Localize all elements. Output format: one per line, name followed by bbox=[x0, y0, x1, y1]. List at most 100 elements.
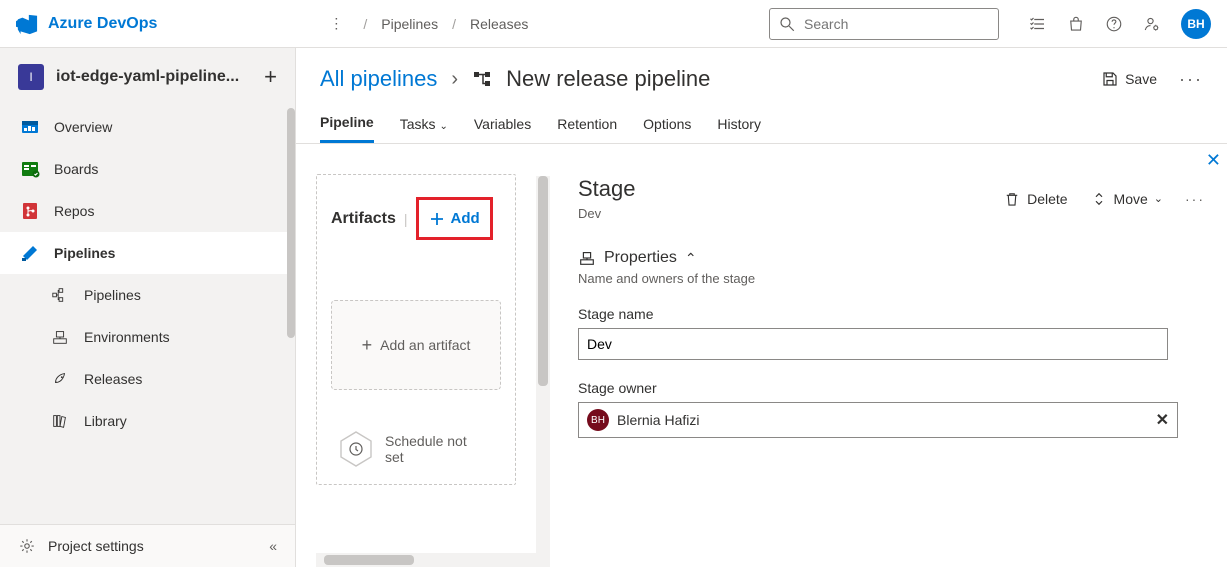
breadcrumb-releases[interactable]: Releases bbox=[470, 16, 528, 32]
close-panel-icon[interactable]: ✕ bbox=[1206, 150, 1221, 171]
pipelines-icon bbox=[20, 243, 40, 263]
delete-label: Delete bbox=[1027, 191, 1067, 207]
search-input[interactable] bbox=[804, 16, 990, 32]
project-badge: I bbox=[18, 64, 44, 90]
move-icon bbox=[1090, 190, 1108, 208]
owner-name: Blernia Hafizi bbox=[617, 412, 1148, 428]
nav-label: Pipelines bbox=[84, 287, 141, 303]
chevron-right-icon: › bbox=[451, 68, 458, 91]
tab-tasks[interactable]: Tasks⌄ bbox=[400, 104, 448, 142]
plus-icon: + bbox=[362, 335, 373, 356]
project-header[interactable]: I iot-edge-yaml-pipeline... + bbox=[0, 48, 295, 106]
properties-header[interactable]: Properties ⌃ bbox=[578, 249, 1205, 267]
panel-more-icon[interactable]: ··· bbox=[1185, 191, 1205, 207]
nav-label: Releases bbox=[84, 371, 142, 387]
clear-owner-icon[interactable]: ✕ bbox=[1156, 410, 1169, 430]
nav-pipelines-sub[interactable]: Pipelines bbox=[0, 274, 295, 316]
pipeline-title: New release pipeline bbox=[506, 66, 710, 92]
user-settings-icon[interactable] bbox=[1143, 15, 1161, 33]
nav-releases[interactable]: Releases bbox=[0, 358, 295, 400]
schedule-hex bbox=[339, 430, 373, 468]
top-icon-group: BH bbox=[1029, 9, 1211, 39]
nav-repos[interactable]: Repos bbox=[0, 190, 295, 232]
delete-button[interactable]: Delete bbox=[1003, 190, 1067, 208]
tab-row: Pipeline Tasks⌄ Variables Retention Opti… bbox=[296, 102, 1227, 144]
canvas-column: Artifacts | Add + Add an artifact bbox=[296, 144, 550, 567]
nav-pipelines[interactable]: Pipelines bbox=[0, 232, 295, 274]
shopping-bag-icon[interactable] bbox=[1067, 15, 1085, 33]
main-area: All pipelines › New release pipeline Sav… bbox=[296, 48, 1227, 567]
header-actions: Save ··· bbox=[1101, 69, 1203, 90]
search-icon bbox=[778, 15, 796, 33]
stage-name-input[interactable] bbox=[578, 328, 1168, 360]
repos-icon bbox=[20, 201, 40, 221]
add-artifact-tile-label: Add an artifact bbox=[380, 336, 470, 354]
overview-icon bbox=[20, 117, 40, 137]
sidebar-footer[interactable]: Project settings « bbox=[0, 524, 295, 567]
release-pipeline-icon bbox=[472, 69, 492, 89]
canvas-h-scrollbar[interactable] bbox=[316, 553, 550, 567]
panel-subtitle: Dev bbox=[578, 206, 636, 221]
artifacts-box: Artifacts | Add + Add an artifact bbox=[316, 174, 516, 485]
project-name: iot-edge-yaml-pipeline... bbox=[56, 68, 252, 86]
nav-label: Pipelines bbox=[54, 245, 115, 261]
tab-pipeline[interactable]: Pipeline bbox=[320, 102, 374, 143]
stage-owner-label: Stage owner bbox=[578, 380, 1205, 396]
move-label: Move bbox=[1114, 191, 1148, 207]
canvas-scrollbar[interactable] bbox=[536, 176, 550, 567]
nav-environments[interactable]: Environments bbox=[0, 316, 295, 358]
environments-icon bbox=[51, 328, 69, 346]
nav-overview[interactable]: Overview bbox=[0, 106, 295, 148]
pipelines-sub-icon bbox=[51, 286, 69, 304]
nav-library[interactable]: Library bbox=[0, 400, 295, 442]
stage-owner-input[interactable]: BH Blernia Hafizi ✕ bbox=[578, 402, 1178, 438]
schedule-label: Schedule not set bbox=[385, 433, 475, 465]
releases-icon bbox=[51, 370, 69, 388]
tab-history[interactable]: History bbox=[717, 104, 761, 142]
breadcrumb-sep: / bbox=[363, 16, 367, 32]
top-bar: Azure DevOps ⋮ / Pipelines / Releases BH bbox=[0, 0, 1227, 48]
all-pipelines-link[interactable]: All pipelines bbox=[320, 66, 437, 92]
nav-label: Environments bbox=[84, 329, 170, 345]
nav-label: Library bbox=[84, 413, 127, 429]
scrollbar[interactable] bbox=[287, 108, 295, 338]
properties-label: Properties bbox=[604, 249, 677, 267]
tab-variables[interactable]: Variables bbox=[474, 104, 531, 142]
brand-area[interactable]: Azure DevOps bbox=[16, 13, 157, 35]
plus-icon bbox=[429, 211, 445, 227]
user-avatar[interactable]: BH bbox=[1181, 9, 1211, 39]
header-more-icon[interactable]: ··· bbox=[1179, 69, 1203, 90]
trash-icon bbox=[1003, 190, 1021, 208]
nav-boards[interactable]: Boards bbox=[0, 148, 295, 190]
add-artifact-tile[interactable]: + Add an artifact bbox=[331, 300, 501, 390]
add-label: Add bbox=[451, 210, 480, 227]
sidebar: I iot-edge-yaml-pipeline... + Overview B… bbox=[0, 48, 296, 567]
breadcrumb-pipelines[interactable]: Pipelines bbox=[381, 16, 438, 32]
list-icon[interactable] bbox=[1029, 15, 1047, 33]
add-project-icon[interactable]: + bbox=[264, 64, 277, 90]
brand-name: Azure DevOps bbox=[48, 15, 157, 33]
boards-icon bbox=[20, 159, 40, 179]
gear-icon bbox=[18, 537, 36, 555]
pipeline-breadcrumb: All pipelines › New release pipeline Sav… bbox=[296, 48, 1227, 102]
divider: | bbox=[404, 211, 408, 227]
top-more-icon[interactable]: ⋮ bbox=[321, 15, 351, 32]
tab-retention[interactable]: Retention bbox=[557, 104, 617, 142]
panel-title: Stage bbox=[578, 176, 636, 202]
chevron-down-icon: ⌄ bbox=[439, 121, 447, 132]
move-button[interactable]: Move ⌄ bbox=[1090, 190, 1163, 208]
library-icon bbox=[51, 412, 69, 430]
save-label: Save bbox=[1125, 71, 1157, 87]
collapse-sidebar-icon[interactable]: « bbox=[269, 538, 277, 554]
chevron-down-icon: ⌄ bbox=[1154, 192, 1163, 205]
schedule-row[interactable]: Schedule not set bbox=[331, 430, 501, 468]
stage-panel: ✕ Stage Dev Delete Move bbox=[550, 144, 1227, 567]
search-box[interactable] bbox=[769, 8, 999, 40]
save-button[interactable]: Save bbox=[1101, 70, 1157, 88]
add-artifact-button[interactable]: Add bbox=[416, 197, 493, 240]
tab-options[interactable]: Options bbox=[643, 104, 691, 142]
properties-icon bbox=[578, 249, 596, 267]
help-icon[interactable] bbox=[1105, 15, 1123, 33]
artifacts-title: Artifacts bbox=[331, 210, 396, 228]
nav-label: Overview bbox=[54, 119, 112, 135]
